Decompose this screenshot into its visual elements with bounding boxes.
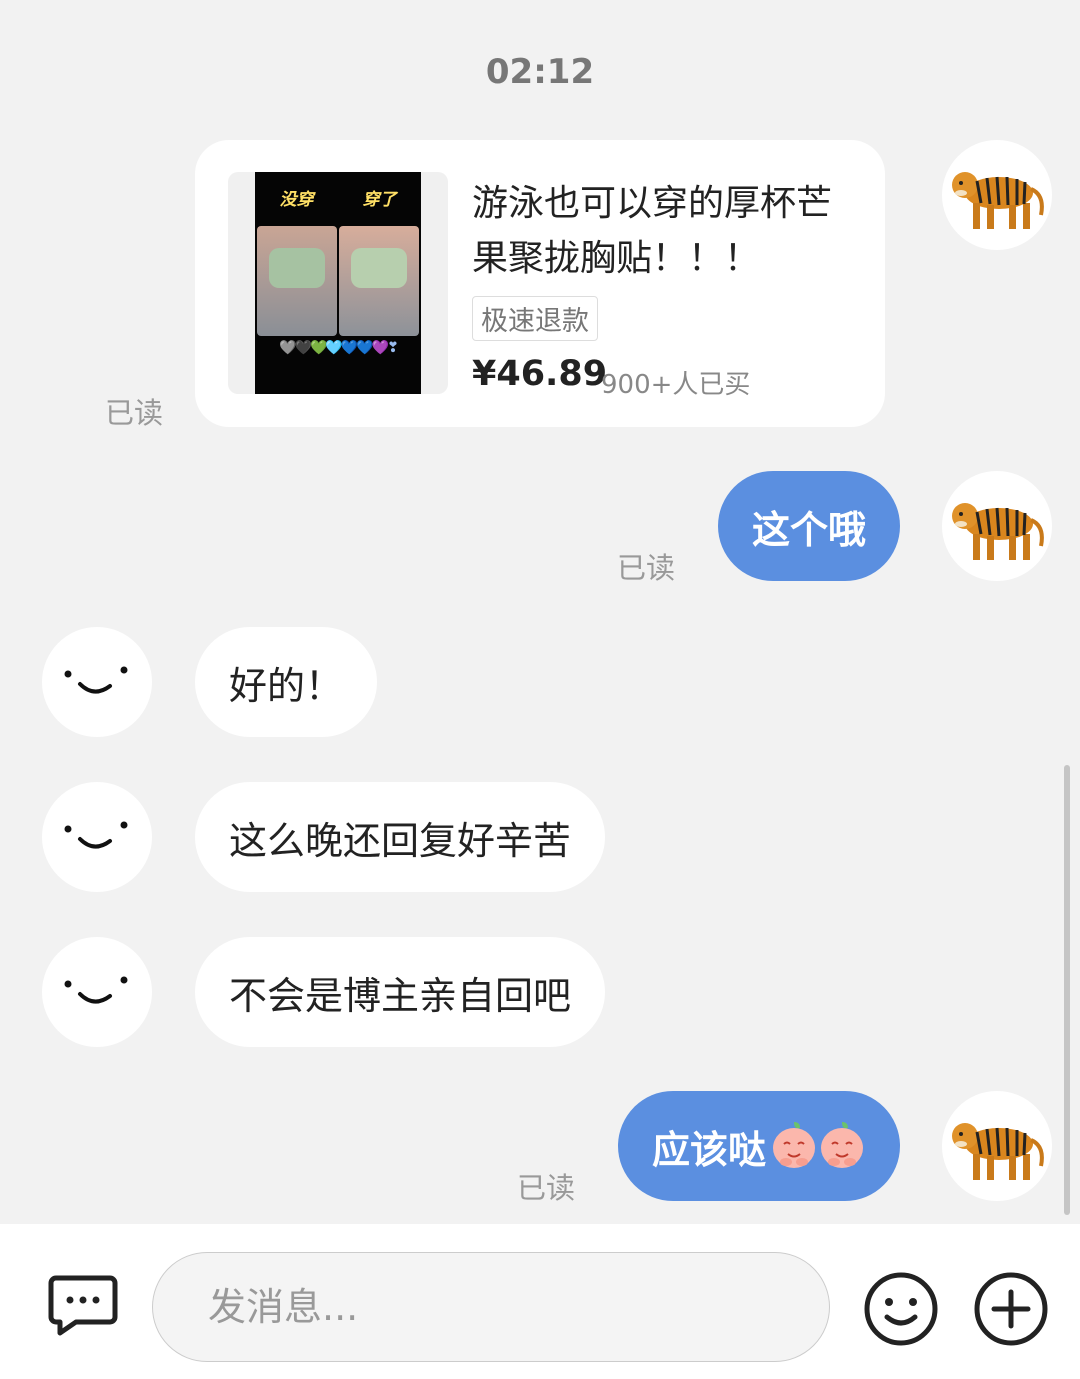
product-image[interactable]: 没穿 穿了 🩶🖤💚🩵💙💙💜❣ — [228, 172, 448, 394]
image-label-before: 没穿 — [279, 189, 314, 210]
message-bubble-incoming[interactable]: 不会是博主亲自回吧 — [195, 937, 606, 1047]
chat-bubble-icon[interactable] — [48, 1274, 118, 1336]
smiley-icon[interactable] — [862, 1270, 940, 1348]
scrollbar[interactable] — [1064, 765, 1070, 1215]
plus-circle-icon[interactable] — [972, 1270, 1050, 1348]
peach-emoji — [773, 1122, 815, 1168]
image-heart-row: 🩶🖤💚🩵💙💙💜❣ — [279, 340, 399, 356]
tiger-avatar[interactable] — [942, 1091, 1052, 1201]
smile-face-avatar[interactable] — [42, 937, 152, 1047]
smile-face-avatar[interactable] — [42, 782, 152, 892]
timestamp: 02:12 — [485, 52, 595, 92]
smile-face-avatar[interactable] — [42, 627, 152, 737]
product-card[interactable]: 没穿 穿了 🩶🖤💚🩵💙💙💜❣ 游泳也可以穿的厚杯芒果聚拢胸贴！！！ 极速退款 ¥… — [195, 140, 885, 427]
sold-count: 900+人已买 — [601, 370, 751, 400]
message-bubble-outgoing[interactable]: 应该哒 — [617, 1091, 900, 1201]
read-receipt: 已读 — [617, 551, 676, 585]
message-input[interactable] — [152, 1252, 830, 1362]
product-price: ¥46.89 — [472, 354, 608, 394]
message-bubble-outgoing[interactable]: 这个哦 — [717, 471, 900, 581]
message-bubble-incoming[interactable]: 好的！ — [195, 627, 378, 737]
refund-tag: 极速退款 — [472, 296, 598, 341]
message-bubble-incoming[interactable]: 这么晚还回复好辛苦 — [195, 782, 606, 892]
tiger-avatar[interactable] — [942, 471, 1052, 581]
message-text: 应该哒 — [651, 1127, 766, 1172]
read-receipt: 已读 — [517, 1171, 576, 1205]
input-bar — [0, 1224, 1080, 1379]
tiger-avatar[interactable] — [942, 140, 1052, 250]
read-receipt: 已读 — [105, 396, 164, 430]
peach-emoji — [821, 1122, 863, 1168]
image-label-after: 穿了 — [362, 189, 397, 210]
product-title[interactable]: 游泳也可以穿的厚杯芒果聚拢胸贴！！！ — [472, 176, 852, 286]
